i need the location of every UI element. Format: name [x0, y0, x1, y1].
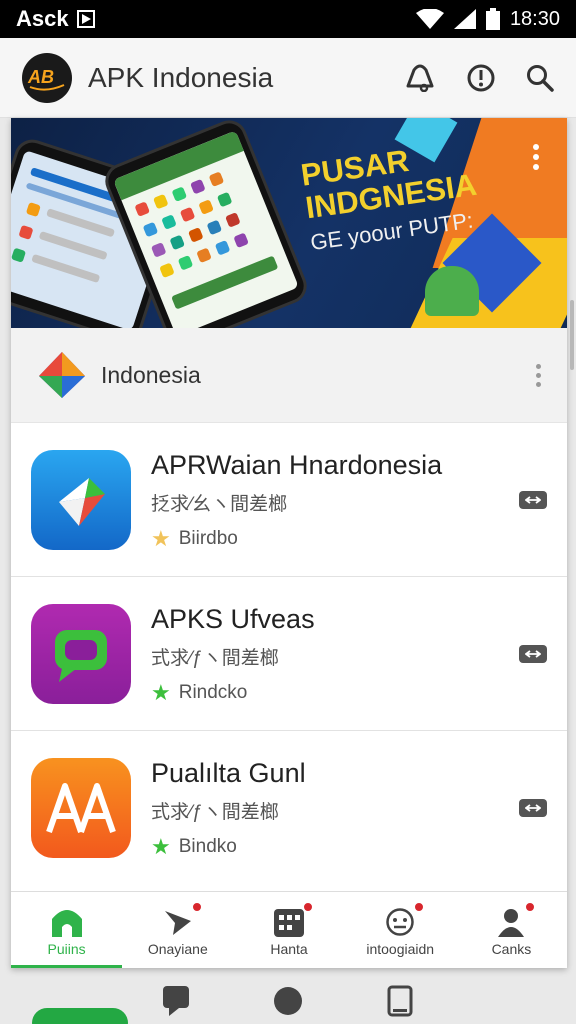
orange-aa-app-icon — [31, 758, 131, 858]
app-meta: ★ Bindko — [151, 836, 306, 858]
app-subtitle: 式求⁄ƒヽ間差榔 — [151, 647, 279, 669]
app-list-item[interactable]: APRWaian Hnardonesia 抸求⁄幺ヽ間差榔 ★ Biirdbo — [11, 423, 567, 577]
svg-text:AB: AB — [27, 67, 54, 87]
notification-badge — [190, 901, 203, 913]
nav-item-face[interactable]: intoogiaidn — [345, 892, 456, 968]
app-rating-label: Bindko — [178, 836, 237, 857]
section-header: Indonesia — [11, 328, 567, 423]
wifi-icon — [415, 9, 444, 29]
home-icon — [50, 903, 84, 937]
app-rating-label: Biirdbo — [178, 527, 238, 549]
banner-more-icon[interactable] — [533, 144, 539, 170]
app-subtitle: 式求⁄ƒヽ間差榔 — [151, 802, 279, 823]
app-list-item[interactable]: APKS Ufveas 式求⁄ƒヽ間差榔 ★ Rindcko — [11, 577, 567, 731]
download-icon[interactable] — [519, 490, 547, 509]
nav-item-person[interactable]: Canks — [456, 892, 567, 968]
scrollbar[interactable] — [570, 300, 574, 370]
send-icon — [163, 901, 203, 937]
download-icon[interactable] — [519, 644, 547, 663]
notification-badge — [524, 901, 537, 913]
purple-chat-app-icon — [31, 603, 131, 704]
section-more-icon[interactable] — [536, 363, 541, 387]
status-left: Asck — [16, 6, 95, 32]
nav-label: Onayiane — [147, 941, 208, 957]
info-icon[interactable] — [466, 63, 496, 93]
page-title: APK Indonesia — [88, 61, 274, 93]
apk-logo-icon[interactable]: AB — [22, 52, 72, 103]
notification-badge — [302, 901, 314, 913]
face-icon — [385, 901, 426, 937]
system-nav — [0, 978, 576, 1024]
bottom-nav: Puiins Onayiane Hanta intoogiaidn Canks — [11, 891, 567, 968]
android-icon — [425, 266, 479, 316]
star-icon: ★ — [151, 525, 171, 551]
nav-item-home[interactable]: Puiins — [11, 892, 123, 968]
clock: 18:30 — [509, 7, 560, 30]
blue-arrow-app-icon — [31, 449, 131, 550]
nav-label: Hanta — [270, 941, 308, 957]
app-name: APKS Ufveas — [151, 603, 315, 634]
app-info: Pualılta Gunl 式求⁄ƒヽ間差榔 ★ Bindko — [151, 758, 306, 858]
app-list-item[interactable]: Pualılta Gunl 式求⁄ƒヽ間差榔 ★ Bindko — [11, 731, 567, 885]
app-info: APRWaian Hnardonesia 抸求⁄幺ヽ間差榔 ★ Biirdbo — [151, 450, 442, 550]
download-icon[interactable] — [519, 799, 547, 817]
nav-label: Puiins — [47, 941, 86, 957]
carrier-label: Asck — [16, 6, 69, 31]
signal-icon — [453, 9, 476, 29]
person-icon — [496, 901, 537, 937]
app-bar: AB APK Indonesia — [0, 38, 576, 118]
app-info: APKS Ufveas 式求⁄ƒヽ間差榔 ★ Rindcko — [151, 604, 315, 704]
app-meta: ★ Rindcko — [151, 679, 315, 705]
back-icon[interactable] — [163, 986, 189, 1016]
status-bar: Asck 18:30 — [0, 0, 576, 38]
nav-label: intoogiaidn — [366, 941, 435, 957]
star-icon: ★ — [151, 834, 171, 859]
app-name: Pualılta Gunl — [151, 758, 306, 788]
section-title: Indonesia — [101, 361, 201, 388]
home-circle-icon[interactable] — [273, 986, 303, 1016]
gem-logo-icon — [39, 352, 85, 398]
main-card: PUSAR INDGNESIA GE yoour PUTP: Indonesia — [11, 118, 567, 968]
recents-icon[interactable] — [387, 985, 413, 1017]
star-icon: ★ — [151, 679, 171, 705]
app-rating-label: Rindcko — [178, 681, 248, 703]
grid-icon — [274, 901, 314, 937]
promo-banner[interactable]: PUSAR INDGNESIA GE yoour PUTP: — [11, 118, 567, 328]
nav-label: Canks — [491, 941, 532, 957]
notification-bell-icon[interactable] — [404, 64, 436, 92]
notification-badge — [413, 901, 426, 913]
app-bar-actions — [404, 63, 554, 93]
battery-icon — [485, 8, 500, 30]
app-subtitle: 抸求⁄幺ヽ間差榔 — [151, 493, 288, 515]
play-store-icon — [76, 10, 95, 28]
status-right: 18:30 — [415, 7, 560, 31]
app-meta: ★ Biirdbo — [151, 525, 442, 551]
app-name: APRWaian Hnardonesia — [151, 449, 443, 480]
nav-item-grid[interactable]: Hanta — [233, 892, 344, 968]
search-icon[interactable] — [526, 64, 554, 92]
nav-item-send[interactable]: Onayiane — [122, 892, 233, 968]
